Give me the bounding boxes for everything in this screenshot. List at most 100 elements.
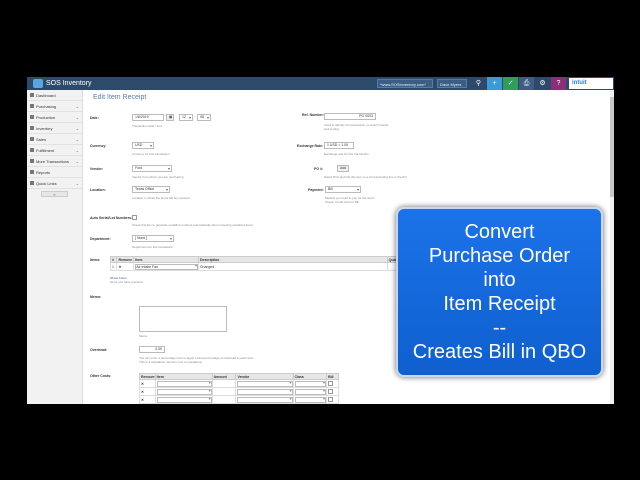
class-cell[interactable] xyxy=(292,403,328,404)
department-select[interactable]: [ None ] xyxy=(132,235,174,242)
remove-row-button[interactable]: ✕ xyxy=(116,262,135,271)
memo-hint: Memo xyxy=(139,334,148,338)
auto-serial-checkbox[interactable] xyxy=(132,215,137,220)
ref-number-hint: Used to identify the transaction or sear… xyxy=(324,123,389,131)
scrollbar-thumb[interactable] xyxy=(610,97,614,197)
plus-icon[interactable]: + xyxy=(487,77,502,90)
hour-select[interactable]: 12 xyxy=(179,114,193,121)
payment-select[interactable]: Bill xyxy=(325,186,361,193)
table-row: ✕ xyxy=(139,379,339,388)
po-add-button[interactable]: Add xyxy=(337,165,349,172)
vendor-select[interactable] xyxy=(237,396,293,403)
intuit-logo[interactable]: intuit xyxy=(569,78,613,89)
remove-row-button[interactable]: ✕ xyxy=(139,403,156,404)
class-cell[interactable] xyxy=(292,395,328,404)
vendor-select[interactable] xyxy=(237,380,293,387)
class-select[interactable] xyxy=(294,380,326,387)
vendor-label: Vendor: xyxy=(90,167,104,171)
description-cell[interactable]: Changed xyxy=(197,262,388,271)
amount-cell[interactable] xyxy=(211,403,237,404)
department-label: Department: xyxy=(90,237,111,241)
location-label: Location: xyxy=(90,188,106,192)
gear-icon[interactable]: ⚙ xyxy=(535,77,550,90)
remove-row-button[interactable]: ✕ xyxy=(139,379,156,388)
item-cell[interactable] xyxy=(154,403,213,404)
class-cell[interactable] xyxy=(292,387,328,396)
exchange-rate-input[interactable]: 1 USD = 1.00 xyxy=(324,142,354,149)
sidebar-item-production[interactable]: Production ⌄ xyxy=(27,112,82,123)
class-cell[interactable] xyxy=(292,379,328,388)
search-icon[interactable]: ⚲ xyxy=(471,77,486,90)
items-label: Items: xyxy=(90,258,101,262)
date-input[interactable]: 1/8/2019 xyxy=(132,114,164,121)
overhead-label: Overhead: xyxy=(90,348,108,352)
minute-select[interactable]: 08 xyxy=(197,114,211,121)
check-icon[interactable]: ✓ xyxy=(503,77,518,90)
item-cell[interactable] xyxy=(154,395,213,404)
top-bar: SOS Inventory *www.SOSInventory.com* Dav… xyxy=(27,77,614,90)
class-select[interactable] xyxy=(294,396,326,403)
item-select[interactable] xyxy=(156,388,212,395)
item-select[interactable]: Air Intake Fan xyxy=(135,263,198,270)
time-separator: : xyxy=(194,115,195,119)
remove-row-button[interactable]: ✕ xyxy=(139,395,156,404)
chevron-down-icon: ⌄ xyxy=(75,104,79,109)
item-select[interactable] xyxy=(156,396,212,403)
sidebar-item-inventory[interactable]: Inventory ⌄ xyxy=(27,123,82,134)
sidebar-item-more-transactions[interactable]: More Transactions ⌄ xyxy=(27,156,82,167)
other-costs-table: Remove Item Amount Vendor Class Bill ✕ ✕ xyxy=(139,373,339,404)
auto-serial-hint: Check this box to generate serial/lot nu… xyxy=(132,223,253,227)
bill-checkbox[interactable] xyxy=(328,380,334,386)
amount-cell[interactable] xyxy=(211,387,237,396)
payment-hint-2: Check, Credit Card or Bill xyxy=(325,200,359,204)
item-select[interactable] xyxy=(156,380,212,387)
app-brand[interactable]: SOS Inventory xyxy=(33,78,92,89)
currency-select[interactable]: USD xyxy=(132,142,154,149)
vendor-cell[interactable] xyxy=(235,403,294,404)
memo-textarea[interactable] xyxy=(139,306,227,332)
ref-number-input[interactable]: PO 0003 xyxy=(324,113,376,120)
location-select[interactable]: Texas Office xyxy=(132,186,170,193)
vendor-cell[interactable] xyxy=(235,387,294,396)
chevron-down-icon: ⌄ xyxy=(75,181,79,186)
user-select[interactable]: Dave Myers xyxy=(437,79,467,88)
sidebar-item-dashboard[interactable]: Dashboard xyxy=(27,90,82,101)
vendor-cell[interactable] xyxy=(235,379,294,388)
item-cell[interactable] xyxy=(154,387,213,396)
chevron-down-icon: ⌄ xyxy=(75,126,79,131)
sidebar-item-reports[interactable]: Reports xyxy=(27,167,82,178)
sidebar-item-sales[interactable]: Sales ⌄ xyxy=(27,134,82,145)
class-select[interactable] xyxy=(294,388,326,395)
print-icon[interactable]: ⎙ xyxy=(519,77,534,90)
overhead-input[interactable]: 0.00 xyxy=(139,346,165,353)
bill-checkbox[interactable] xyxy=(328,396,334,402)
remove-row-button[interactable]: ✕ xyxy=(139,387,156,396)
sidebar-item-fulfillment[interactable]: Fulfillment ⌄ xyxy=(27,145,82,156)
date-hint: Transaction date / time xyxy=(132,124,163,128)
sidebar-item-label: Fulfillment xyxy=(36,147,55,153)
bill-cell[interactable] xyxy=(326,395,339,404)
chevron-down-icon: ⌄ xyxy=(75,137,79,142)
bill-cell[interactable] xyxy=(326,379,339,388)
vendor-select[interactable] xyxy=(237,388,293,395)
callout-line: -- xyxy=(492,317,507,339)
bill-cell[interactable] xyxy=(326,387,339,396)
sidebar-item-purchasing[interactable]: Purchasing ⌄ xyxy=(27,101,82,112)
currency-hint: Currency for this transaction xyxy=(132,152,170,156)
vendor-select[interactable]: Ford xyxy=(132,165,172,172)
auto-serial-label: Auto Serial/Lot Numbers: xyxy=(90,216,133,220)
item-cell[interactable] xyxy=(154,379,213,388)
vendor-cell[interactable] xyxy=(235,395,294,404)
bill-cell[interactable] xyxy=(326,403,339,404)
item-cell[interactable]: Air Intake Fan xyxy=(133,262,199,271)
calendar-icon[interactable]: ▦ xyxy=(166,114,174,121)
amount-cell[interactable] xyxy=(211,379,237,388)
sidebar-collapse-button[interactable]: « xyxy=(41,191,68,197)
bill-checkbox[interactable] xyxy=(328,388,334,394)
help-icon[interactable]: ? xyxy=(551,77,566,90)
ref-number-label: Ref. Number: xyxy=(302,113,324,117)
amount-cell[interactable] xyxy=(211,395,237,404)
company-select[interactable]: *www.SOSInventory.com* xyxy=(377,79,433,88)
callout-line: into xyxy=(483,269,516,291)
sidebar-item-quick-links[interactable]: Quick Links ⌄ xyxy=(27,178,82,189)
